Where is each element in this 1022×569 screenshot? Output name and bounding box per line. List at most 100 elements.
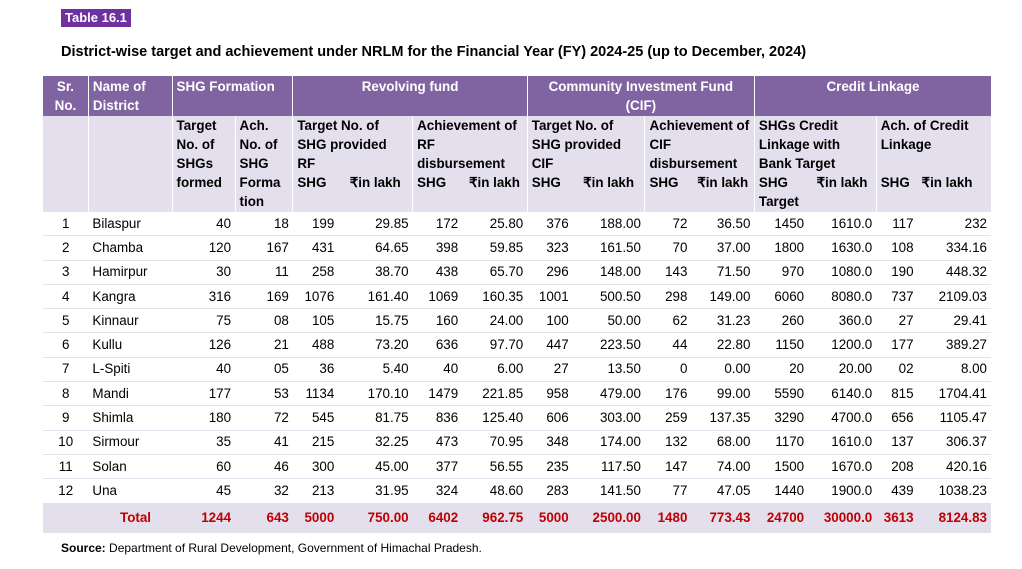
value-cell: 48.60 <box>489 482 524 498</box>
district-cell: Kangra <box>92 288 136 304</box>
value-cell: 38.70 <box>375 264 409 280</box>
value-cell: 36 <box>319 361 335 377</box>
value-cell: 500.50 <box>599 288 641 304</box>
value-cell: 348 <box>546 434 569 450</box>
value-cell: 545 <box>311 410 335 426</box>
value-cell: 132 <box>665 434 688 450</box>
value-cell: 45 <box>216 482 232 498</box>
value-cell: 1038.23 <box>938 482 987 498</box>
header-revolving-fund: Revolving fund <box>292 76 528 116</box>
sr-no-cell: 6 <box>61 337 70 353</box>
table-row: 12 Una 45 32 213 31.95 324 48.60 283 141.50 77 47.0… <box>43 478 991 503</box>
value-cell: 656 <box>891 410 914 426</box>
value-cell: 177 <box>891 337 914 353</box>
header-target-shgs-formed: Target No. of SHGs formed <box>172 116 236 212</box>
table-number-label: Table 16.1 <box>61 9 131 27</box>
value-cell: 141.50 <box>599 482 641 498</box>
total-cell: 1480 <box>644 502 692 533</box>
value-cell: 46 <box>273 458 289 474</box>
value-cell: 448.32 <box>946 264 987 280</box>
header-credit-linkage: Credit Linkage <box>754 76 991 116</box>
value-cell: 836 <box>435 410 459 426</box>
value-cell: 29.41 <box>953 312 987 328</box>
value-cell: 0 <box>679 361 688 377</box>
header-district: Name of District <box>88 76 173 116</box>
value-cell: 100 <box>546 312 569 328</box>
value-cell: 72 <box>672 215 688 231</box>
value-cell: 188.00 <box>599 215 641 231</box>
value-cell: 737 <box>891 288 914 304</box>
value-cell: 398 <box>435 239 459 255</box>
header-rf-shg: SHG <box>292 173 339 212</box>
district-cell: Hamirpur <box>92 264 148 280</box>
value-cell: 473 <box>435 434 459 450</box>
value-cell: 389.27 <box>946 337 987 353</box>
sr-no-cell: 1 <box>61 215 70 231</box>
source-note: Source: Department of Rural Development,… <box>61 541 482 555</box>
header-shg-formation: SHG Formation <box>172 76 294 116</box>
value-cell: 32.25 <box>375 434 409 450</box>
value-cell: 303.00 <box>599 410 641 426</box>
value-cell: 143 <box>665 264 688 280</box>
table-title: District-wise target and achievement und… <box>61 44 807 60</box>
value-cell: 137.35 <box>709 410 751 426</box>
value-cell: 606 <box>546 410 569 426</box>
value-cell: 56.55 <box>489 458 524 474</box>
value-cell: 13.50 <box>607 361 641 377</box>
district-cell: Mandi <box>92 385 129 401</box>
value-cell: 1170 <box>775 434 805 450</box>
value-cell: 97.70 <box>489 337 524 353</box>
value-cell: 376 <box>546 215 569 231</box>
value-cell: 1500 <box>774 458 805 474</box>
value-cell: 1800 <box>774 239 805 255</box>
table-row: 3 Hamirpur 30 11 258 38.70 438 65.70 296 148.00 14… <box>43 260 991 284</box>
district-cell: Solan <box>92 458 127 474</box>
sr-no-cell: 5 <box>61 312 70 328</box>
sr-no-cell: 11 <box>58 458 73 474</box>
sr-no-cell: 4 <box>61 288 70 304</box>
value-cell: 160.35 <box>482 288 524 304</box>
value-cell: 71.50 <box>716 264 751 280</box>
value-cell: 208 <box>891 458 914 474</box>
header-rf-target: Target No. of SHG provided RF <box>292 116 414 173</box>
value-cell: 815 <box>891 385 914 401</box>
value-cell: 258 <box>311 264 335 280</box>
value-cell: 324 <box>435 482 459 498</box>
total-cell: 773.43 <box>691 502 755 533</box>
total-cell: 24700 <box>754 502 809 533</box>
value-cell: 1134 <box>305 385 335 401</box>
table-row: 1 Bilaspur 40 18 199 29.85 172 25.80 376 188.00 72… <box>43 211 991 236</box>
table-row: 2 Chamba 120 167 431 64.65 398 59.85 323 161.50 70… <box>43 235 991 260</box>
value-cell: 117 <box>892 215 914 231</box>
value-cell: 479.00 <box>599 385 641 401</box>
value-cell: 02 <box>898 361 914 377</box>
header-cl-achievement: Ach. of Credit Linkage <box>876 116 991 173</box>
value-cell: 64.65 <box>375 239 409 255</box>
sr-no-cell: 8 <box>61 385 70 401</box>
value-cell: 1440 <box>774 482 805 498</box>
header-cifa-shg: SHG <box>644 173 692 212</box>
value-cell: 70 <box>672 239 688 255</box>
value-cell: 05 <box>273 361 289 377</box>
total-cell: 962.75 <box>462 502 528 533</box>
value-cell: 32 <box>273 482 289 498</box>
total-cell: 30000.0 <box>808 502 877 533</box>
value-cell: 170.10 <box>367 385 409 401</box>
header-cif-target: Target No. of SHG provided CIF <box>527 116 646 173</box>
header-cifa-lakh: ₹in lakh <box>691 173 755 212</box>
value-cell: 11 <box>274 264 289 280</box>
total-cell: 2500.00 <box>572 502 645 533</box>
value-cell: 160 <box>435 312 459 328</box>
total-cell: 750.00 <box>338 502 413 533</box>
value-cell: 6060 <box>774 288 805 304</box>
total-cell: 5000 <box>292 502 339 533</box>
value-cell: 283 <box>546 482 569 498</box>
header-rfa-shg: SHG <box>412 173 463 212</box>
district-cell: Una <box>92 482 117 498</box>
header-cl-lakh: ₹in lakh <box>808 173 877 212</box>
district-cell: Bilaspur <box>92 215 141 231</box>
header-cla-lakh: ₹in lakh <box>917 173 991 212</box>
table-row: 6 Kullu 126 21 488 73.20 636 97.70 447 223.50 44 22… <box>43 332 991 357</box>
source-text: Department of Rural Development, Governm… <box>105 541 482 555</box>
value-cell: 31.95 <box>375 482 409 498</box>
